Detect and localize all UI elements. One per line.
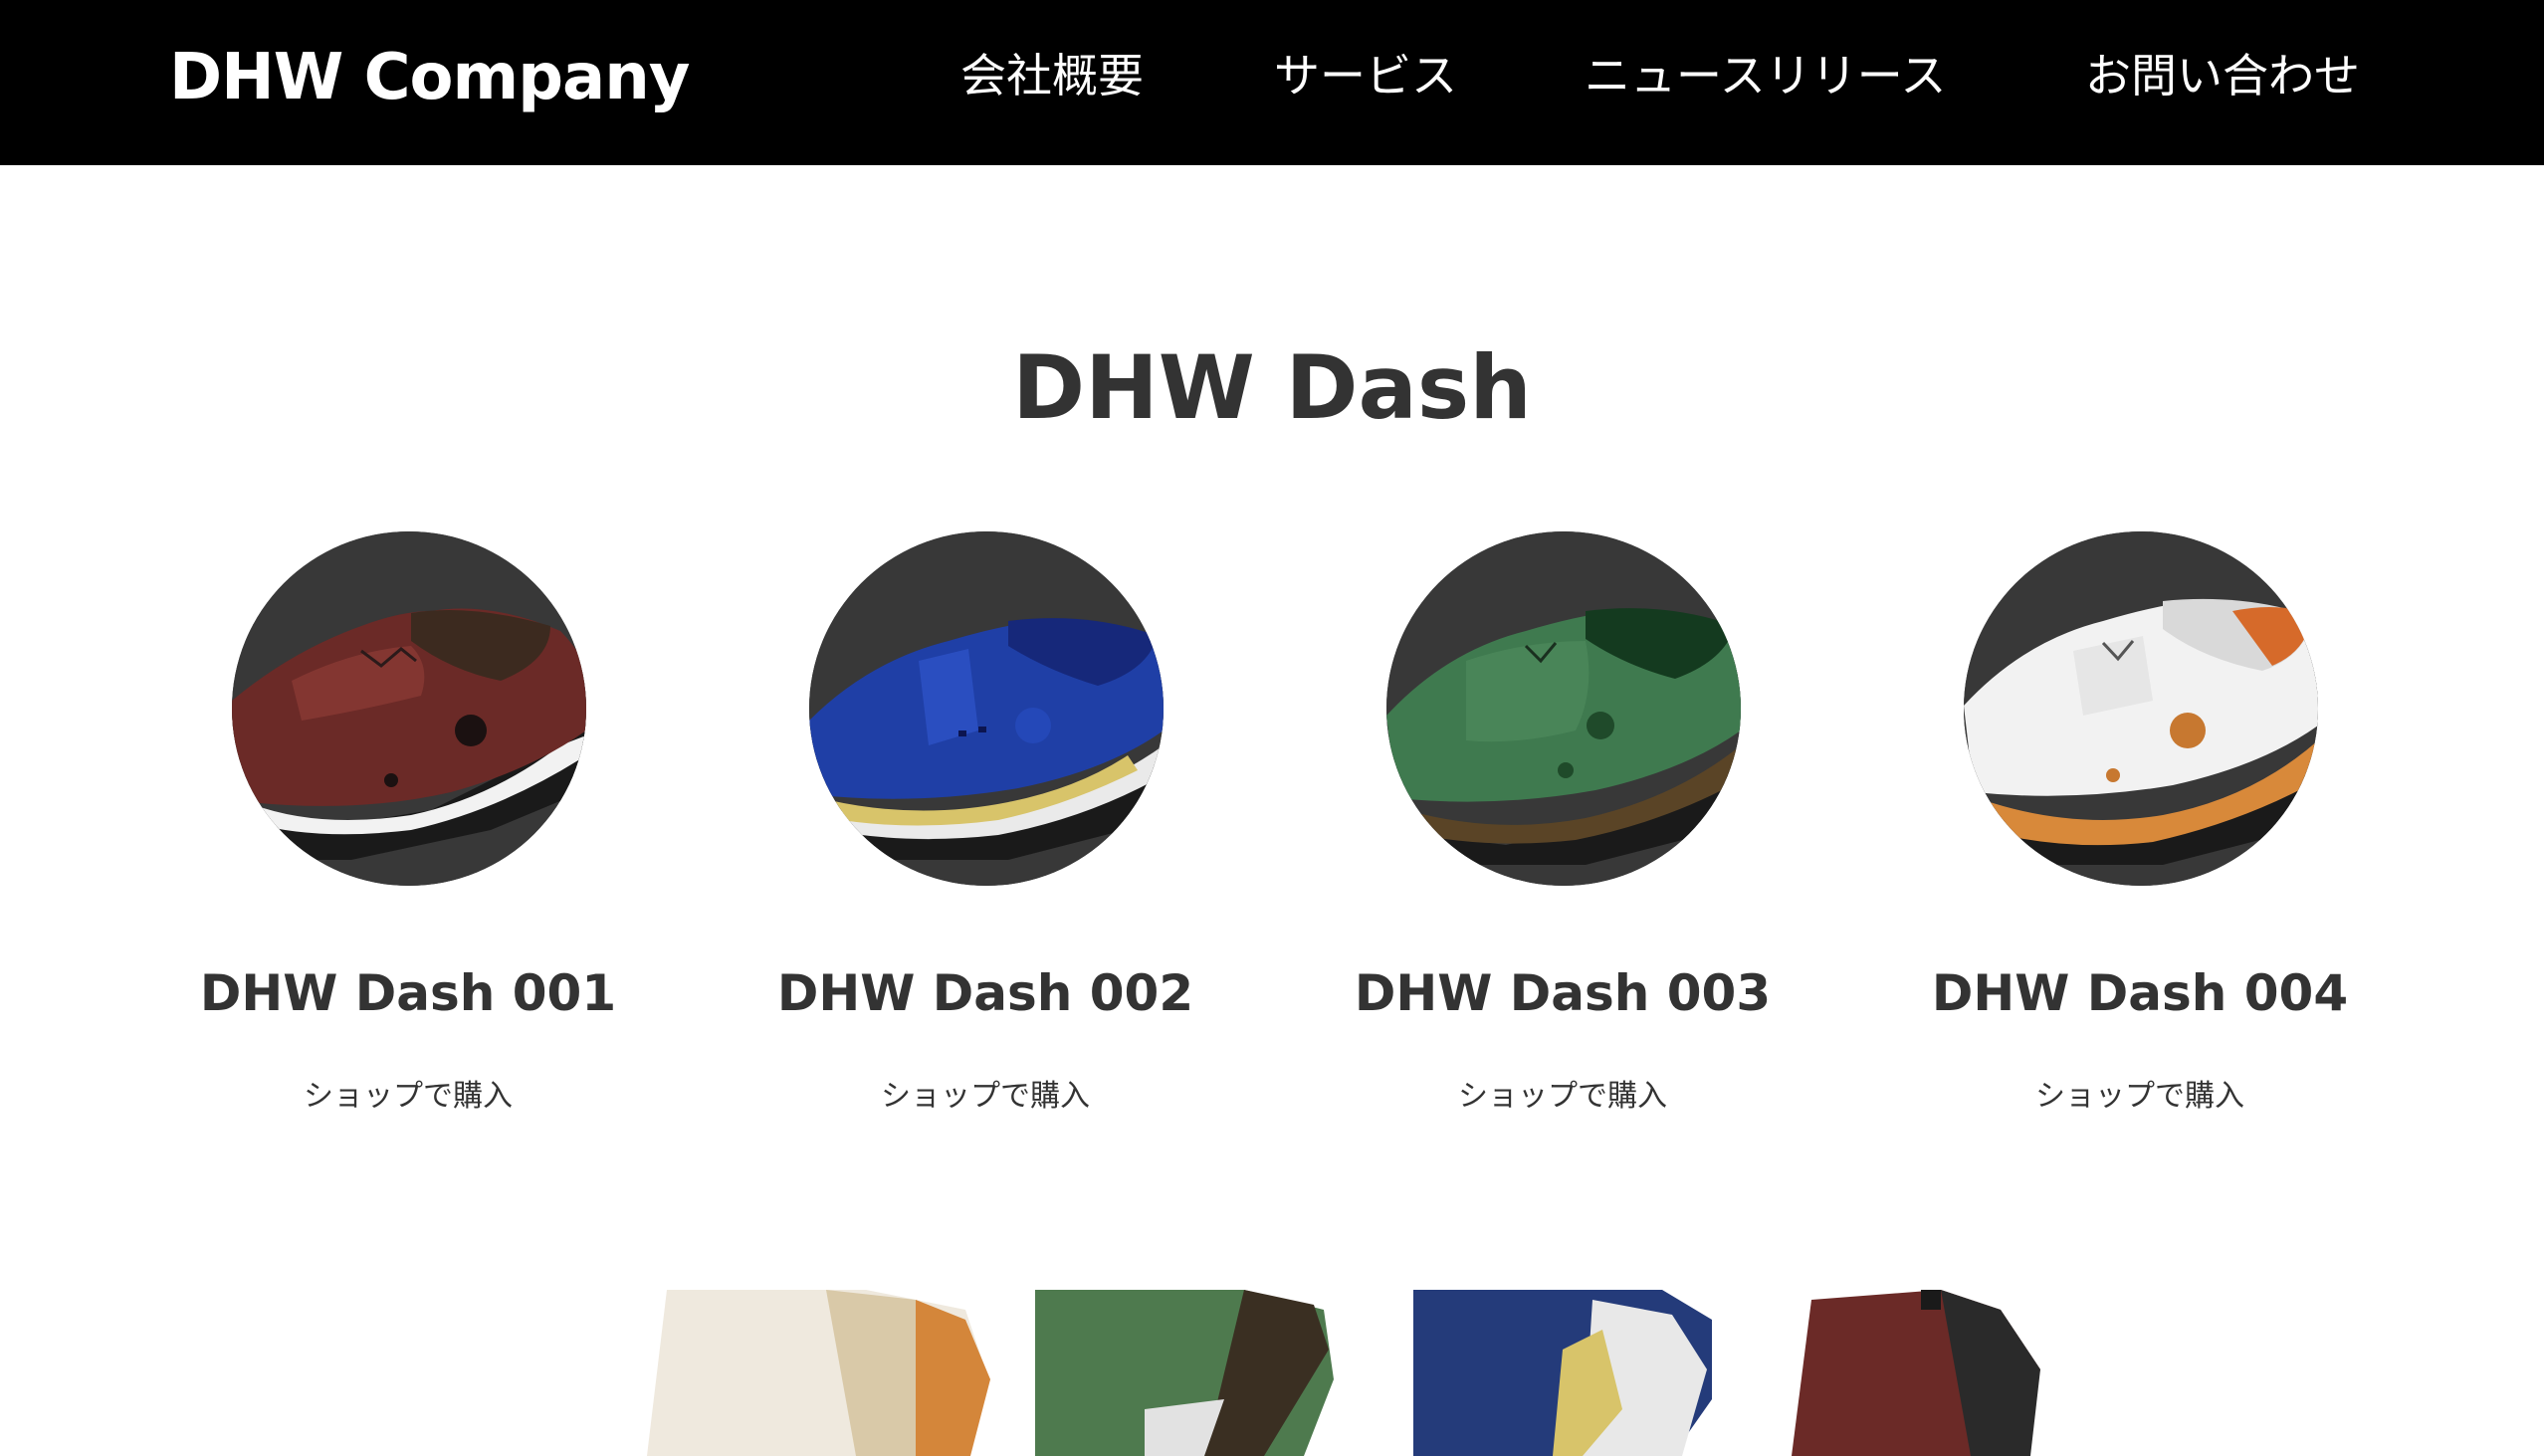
product-image-002[interactable] [809,531,1164,886]
shop-link-001[interactable]: ショップで購入 [129,1075,687,1119]
nav-link-contact[interactable]: お問い合わせ [2085,44,2360,107]
nav-link-news[interactable]: ニュースリリース [1585,44,1946,107]
section-title: DHW Dash [1012,336,1532,439]
product-card-003: DHW Dash 003 ショップで購入 [1284,531,1841,1129]
product-image-001[interactable] [232,531,586,886]
product-image-004[interactable] [1964,531,2318,886]
product-name-002: DHW Dash 002 [776,964,1194,1022]
shoes-banner-image [448,1290,2102,1456]
nav-link-services[interactable]: サービス [1274,44,1457,107]
product-name-003: DHW Dash 003 [1354,964,1772,1022]
site-header: DHW Company 会社概要 サービス ニュースリリース お問い合わせ [0,0,2544,165]
site-logo[interactable]: DHW Company [169,38,690,117]
shoe-image-004 [1964,531,2318,886]
shop-link-004[interactable]: ショップで購入 [1861,1075,2419,1119]
shoe-image-003 [1386,531,1741,886]
hero-banner-image [448,1290,2102,1456]
product-image-003[interactable] [1386,531,1741,886]
shop-link-003[interactable]: ショップで購入 [1284,1075,1841,1119]
page: DHW Company 会社概要 サービス ニュースリリース お問い合わせ DH… [0,0,2544,1456]
nav-link-company[interactable]: 会社概要 [960,44,1144,107]
shoe-image-002 [809,531,1164,886]
product-name-004: DHW Dash 004 [1931,964,2349,1022]
product-card-004: DHW Dash 004 ショップで購入 [1861,531,2419,1129]
shop-link-002[interactable]: ショップで購入 [707,1075,1264,1119]
product-card-001: DHW Dash 001 ショップで購入 [129,531,687,1129]
shoe-image-001 [232,531,586,886]
product-card-002: DHW Dash 002 ショップで購入 [707,531,1264,1129]
product-name-001: DHW Dash 001 [199,964,617,1022]
